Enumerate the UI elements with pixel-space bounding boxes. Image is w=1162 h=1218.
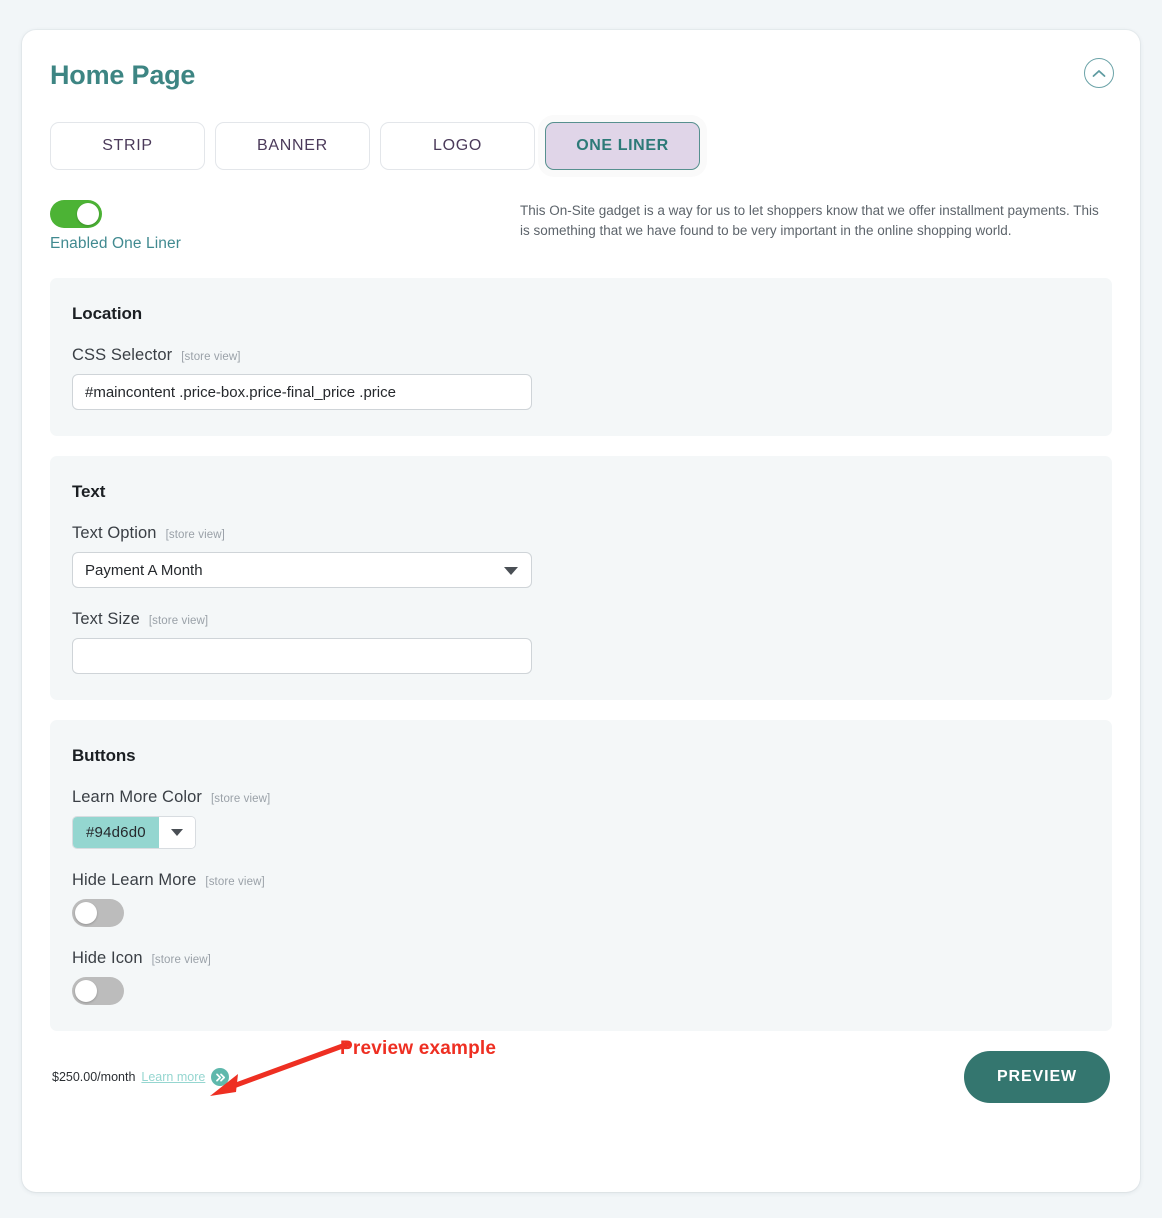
- hide-learn-more-toggle[interactable]: [72, 899, 124, 927]
- text-option-label-row: Text Option [store view]: [72, 524, 1090, 543]
- tab-one-liner[interactable]: ONE LINER: [545, 122, 700, 170]
- css-selector-input[interactable]: [72, 374, 532, 410]
- buttons-panel-title: Buttons: [72, 746, 136, 765]
- hide-learn-more-field: Hide Learn More [store view]: [72, 871, 1090, 927]
- text-panel: Text Text Option [store view] Text Size …: [50, 456, 1112, 700]
- learn-more-color-picker[interactable]: #94d6d0: [72, 816, 196, 849]
- location-panel-title: Location: [72, 304, 143, 323]
- page-title: Home Page: [50, 60, 196, 90]
- learn-more-color-field: Learn More Color [store view] #94d6d0: [72, 788, 1090, 849]
- gadget-tabs: STRIP BANNER LOGO ONE LINER: [50, 122, 1112, 170]
- preview-button[interactable]: PREVIEW: [964, 1051, 1110, 1103]
- location-panel: Location CSS Selector [store view]: [50, 278, 1112, 436]
- gadget-description: This On-Site gadget is a way for us to l…: [520, 203, 1099, 238]
- learn-more-color-label-row: Learn More Color [store view]: [72, 788, 1090, 807]
- text-size-field: Text Size [store view]: [72, 610, 1090, 674]
- enable-one-liner-row: Enabled One Liner This On-Site gadget is…: [50, 200, 1112, 258]
- hide-learn-more-label: Hide Learn More: [72, 871, 197, 889]
- toggle-knob: [75, 902, 97, 924]
- preview-learn-more-link[interactable]: Learn more: [141, 1070, 205, 1084]
- learn-more-color-scope: [store view]: [211, 793, 271, 805]
- tab-strip[interactable]: STRIP: [50, 122, 205, 170]
- hide-icon-toggle[interactable]: [72, 977, 124, 1005]
- card-header: Home Page: [50, 58, 1114, 106]
- css-selector-label: CSS Selector: [72, 346, 173, 364]
- css-selector-field: CSS Selector [store view]: [72, 346, 1090, 410]
- hide-icon-label-row: Hide Icon [store view]: [72, 949, 1090, 968]
- enabled-one-liner-toggle[interactable]: [50, 200, 102, 228]
- enabled-one-liner-label: Enabled One Liner: [50, 235, 181, 252]
- chevron-up-circle-icon[interactable]: [1084, 58, 1114, 88]
- text-panel-title: Text: [72, 482, 106, 501]
- color-swatch-value[interactable]: #94d6d0: [73, 817, 159, 848]
- annotation-label: Preview example: [340, 1038, 497, 1059]
- hide-icon-field: Hide Icon [store view]: [72, 949, 1090, 1005]
- css-selector-label-row: CSS Selector [store view]: [72, 346, 1090, 365]
- text-option-select-wrap: [72, 552, 532, 588]
- hide-learn-more-scope: [store view]: [205, 876, 265, 888]
- text-option-label: Text Option: [72, 524, 157, 542]
- toggle-knob: [77, 203, 99, 225]
- double-chevron-right-icon[interactable]: [211, 1068, 230, 1086]
- learn-more-color-label: Learn More Color: [72, 788, 202, 806]
- text-option-field: Text Option [store view]: [72, 524, 1090, 588]
- css-selector-scope: [store view]: [181, 351, 241, 363]
- home-page-card: Home Page STRIP BANNER LOGO ONE LINER En…: [22, 30, 1140, 1192]
- text-size-scope: [store view]: [148, 615, 209, 627]
- enable-one-liner-group: Enabled One Liner: [50, 200, 520, 253]
- text-size-label: Text Size: [72, 610, 140, 628]
- tab-banner[interactable]: BANNER: [215, 122, 370, 170]
- text-option-select[interactable]: [72, 552, 532, 588]
- toggle-knob: [75, 980, 97, 1002]
- text-option-scope: [store view]: [165, 529, 225, 541]
- text-size-label-row: Text Size [store view]: [72, 610, 1090, 629]
- hide-learn-more-label-row: Hide Learn More [store view]: [72, 871, 1090, 890]
- tab-logo[interactable]: LOGO: [380, 122, 535, 170]
- color-picker-caret[interactable]: [158, 817, 195, 848]
- one-liner-preview: $250.00/month Learn more: [52, 1068, 230, 1086]
- chevron-down-icon: [170, 829, 183, 836]
- buttons-panel: Buttons Learn More Color [store view] #9…: [50, 720, 1112, 1031]
- hide-icon-scope: [store view]: [151, 954, 211, 966]
- card-footer: $250.00/month Learn more PREVIEW: [50, 1031, 1112, 1117]
- preview-price-text: $250.00/month: [52, 1070, 136, 1084]
- page-background: Home Page STRIP BANNER LOGO ONE LINER En…: [0, 0, 1162, 1218]
- text-size-input[interactable]: [72, 638, 532, 674]
- hide-icon-label: Hide Icon: [72, 949, 143, 967]
